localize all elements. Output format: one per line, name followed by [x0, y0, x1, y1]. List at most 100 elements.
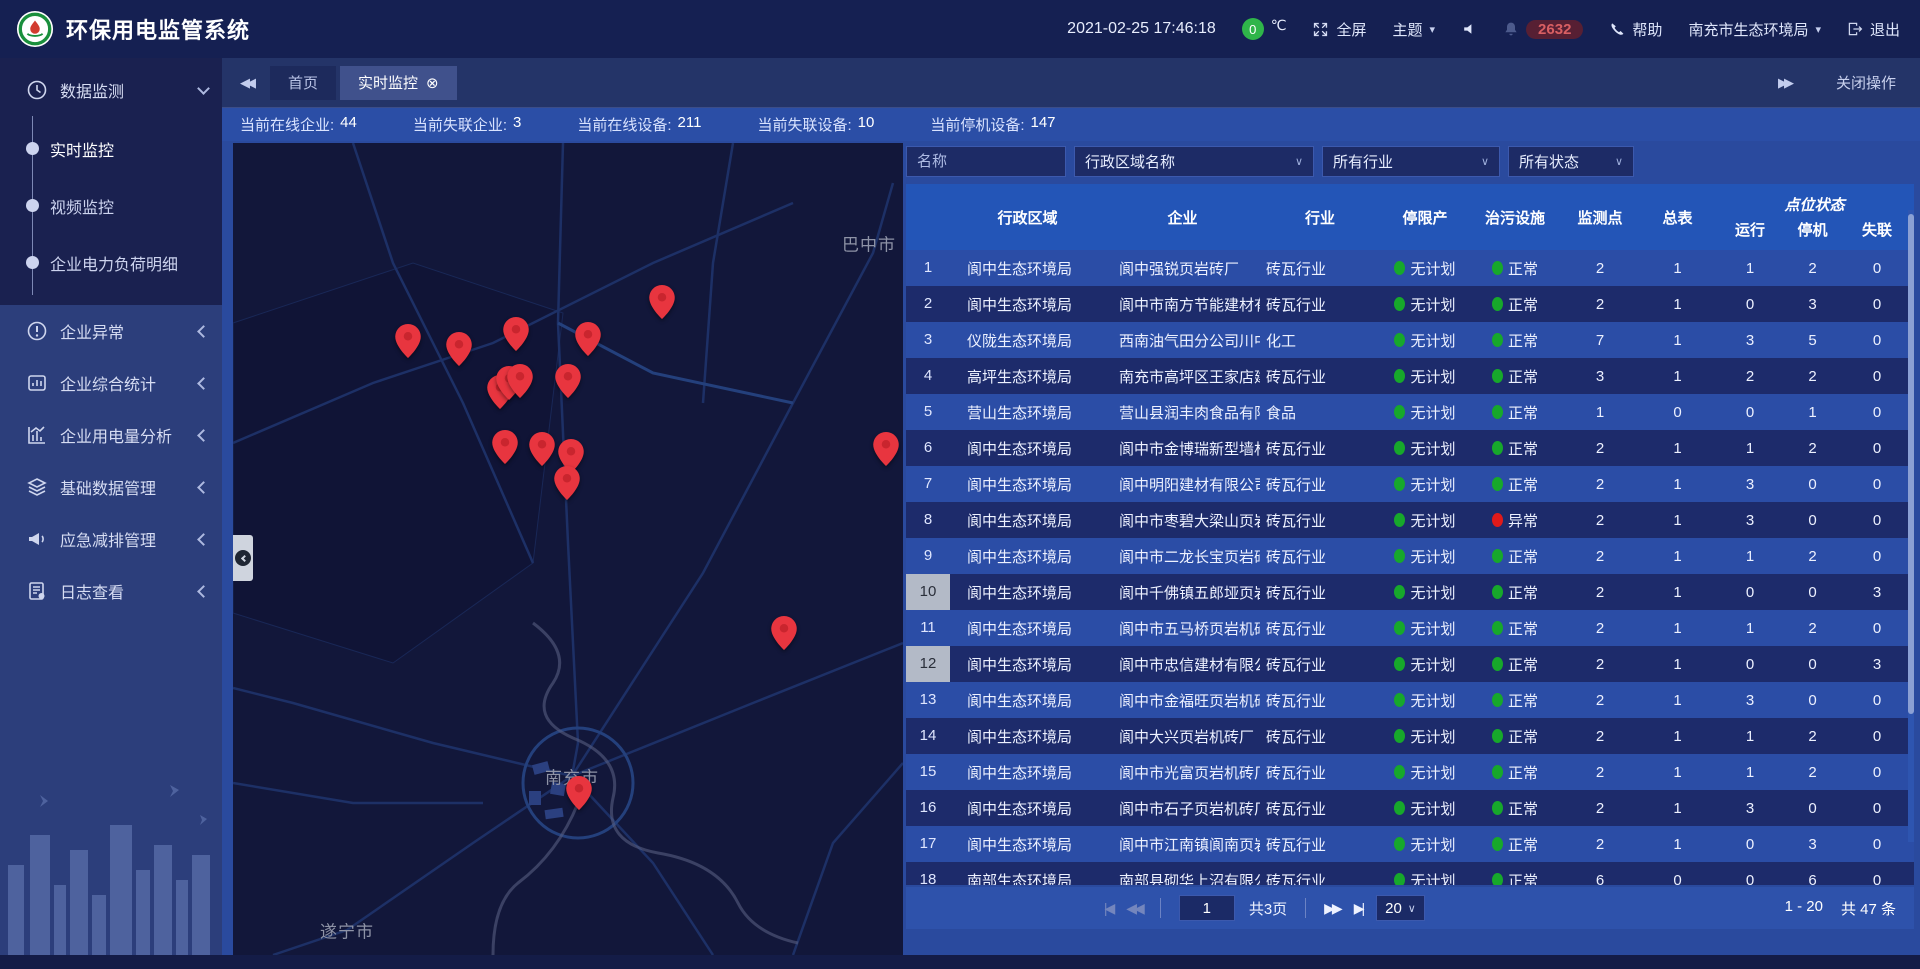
table-row[interactable]: 5 营山生态环境局 营山县润丰肉食品有限 食品 无计划 正常 1 0 0 — [906, 394, 1914, 430]
close-operations-button[interactable]: 关闭操作 — [1836, 72, 1896, 93]
scrollbar-thumb[interactable] — [1908, 214, 1914, 714]
row-index: 4 — [906, 358, 950, 394]
table-row[interactable]: 9 阆中生态环境局 阆中市二龙长宝页岩砖 砖瓦行业 无计划 正常 2 1 1 — [906, 538, 1914, 574]
status-select[interactable]: 所有状态 ∨ — [1508, 146, 1634, 177]
chevron-left-icon — [197, 533, 210, 546]
cell-run-count: 0 — [1715, 404, 1785, 421]
cell-run-count: 3 — [1715, 476, 1785, 493]
table-row[interactable]: 6 阆中生态环境局 阆中市金博瑞新型墙材 砖瓦行业 无计划 正常 2 1 1 — [906, 430, 1914, 466]
alarm-indicator[interactable]: 2632 — [1503, 20, 1583, 39]
cell-total-meter: 1 — [1640, 332, 1715, 349]
stat-label: 当前停机设备: — [930, 114, 1024, 135]
cell-run-count: 0 — [1715, 872, 1785, 886]
table-row[interactable]: 11 阆中生态环境局 阆中市五马桥页岩机砖 砖瓦行业 无计划 正常 2 1 1 — [906, 610, 1914, 646]
cell-lost-count: 0 — [1840, 512, 1914, 529]
sidebar-item-company-statistics[interactable]: 企业综合统计 — [0, 357, 222, 409]
cell-monitor-count: 2 — [1560, 512, 1640, 529]
last-page-button[interactable]: ▶| — [1354, 900, 1362, 917]
map-pin-icon[interactable] — [873, 432, 899, 466]
sidebar-item-log-view[interactable]: 日志查看 — [0, 565, 222, 617]
cell-halt-count: 2 — [1785, 728, 1840, 745]
cell-region: 阆中生态环境局 — [950, 726, 1105, 747]
table-row[interactable]: 14 阆中生态环境局 阆中大兴页岩机砖厂 砖瓦行业 无计划 正常 2 1 1 — [906, 718, 1914, 754]
sidebar-item-power-load-detail[interactable]: 企业电力负荷明细 — [0, 234, 222, 291]
stat-item: 当前停机设备: 147 — [930, 114, 1055, 135]
sidebar-item-data-monitor[interactable]: 数据监测 — [0, 64, 222, 116]
map-pin-icon[interactable] — [771, 616, 797, 650]
table-row[interactable]: 3 仪陇生态环境局 西南油气田分公司川中 化工 无计划 正常 7 1 3 — [906, 322, 1914, 358]
map-pin-icon[interactable] — [555, 364, 581, 398]
sidebar-item-realtime-monitor[interactable]: 实时监控 — [0, 120, 222, 177]
table-scrollbar[interactable] — [1908, 210, 1914, 842]
map-pin-icon[interactable] — [575, 322, 601, 356]
tabs-scroll-left-button[interactable]: ◀◀ — [222, 75, 270, 91]
theme-menu[interactable]: 主题 ▾ — [1393, 19, 1436, 40]
map-pin-icon[interactable] — [492, 430, 518, 464]
first-page-button[interactable]: |◀ — [1104, 900, 1112, 917]
cell-industry: 砖瓦行业 — [1260, 294, 1380, 315]
map-pin-icon[interactable] — [507, 364, 533, 398]
table-row[interactable]: 7 阆中生态环境局 阆中明阳建材有限公司 砖瓦行业 无计划 正常 2 1 3 — [906, 466, 1914, 502]
cell-stop-plan: 无计划 — [1380, 330, 1470, 351]
table-row[interactable]: 10 阆中生态环境局 阆中千佛镇五郎垭页岩 砖瓦行业 无计划 正常 2 1 0 — [906, 574, 1914, 610]
page-number-input[interactable] — [1179, 895, 1235, 921]
table-row[interactable]: 1 阆中生态环境局 阆中强锐页岩砖厂 砖瓦行业 无计划 正常 2 1 1 — [906, 250, 1914, 286]
map-panel[interactable]: 巴中市 南充市 遂宁市 — [233, 143, 903, 955]
cell-company: 阆中市忠信建材有限公 — [1105, 654, 1260, 675]
fullscreen-button[interactable]: 全屏 — [1312, 19, 1366, 40]
table-row[interactable]: 15 阆中生态环境局 阆中市光富页岩机砖厂 砖瓦行业 无计划 正常 2 1 1 — [906, 754, 1914, 790]
next-page-button[interactable]: ▶▶ — [1324, 900, 1340, 917]
map-pin-icon[interactable] — [395, 324, 421, 358]
cell-company: 阆中市光富页岩机砖厂 — [1105, 762, 1260, 783]
table-row[interactable]: 16 阆中生态环境局 阆中市石子页岩机砖厂 砖瓦行业 无计划 正常 2 1 3 — [906, 790, 1914, 826]
sidebar-item-base-data[interactable]: 基础数据管理 — [0, 461, 222, 513]
sidebar-item-power-analysis[interactable]: 企业用电量分析 — [0, 409, 222, 461]
cell-halt-count: 1 — [1785, 404, 1840, 421]
cell-total-meter: 1 — [1640, 584, 1715, 601]
prev-page-button[interactable]: ◀◀ — [1126, 900, 1142, 917]
region-select[interactable]: 行政区域名称 ∨ — [1074, 146, 1314, 177]
row-index: 18 — [906, 862, 950, 885]
map-pin-icon[interactable] — [566, 776, 592, 810]
app-header: 环保用电监管系统 2021-02-25 17:46:18 0 ℃ 全屏 主题 ▾ — [0, 0, 1920, 58]
table-row[interactable]: 12 阆中生态环境局 阆中市忠信建材有限公 砖瓦行业 无计划 正常 2 1 0 — [906, 646, 1914, 682]
map-pin-icon[interactable] — [649, 285, 675, 319]
table-row[interactable]: 8 阆中生态环境局 阆中市枣碧大梁山页岩 砖瓦行业 无计划 异常 2 1 3 — [906, 502, 1914, 538]
stat-label: 当前失联企业: — [413, 114, 507, 135]
table-row[interactable]: 17 阆中生态环境局 阆中市江南镇阆南页岩 砖瓦行业 无计划 正常 2 1 0 — [906, 826, 1914, 862]
mute-button[interactable] — [1461, 21, 1477, 37]
alert-icon — [26, 320, 48, 342]
row-index: 9 — [906, 538, 950, 574]
sidebar-item-company-abnormal[interactable]: 企业异常 — [0, 305, 222, 357]
tab-realtime-monitor[interactable]: 实时监控 ⊗ — [340, 66, 457, 100]
logout-button[interactable]: 退出 — [1847, 19, 1900, 40]
cell-stop-plan: 无计划 — [1380, 366, 1470, 387]
table-row[interactable]: 13 阆中生态环境局 阆中市金福旺页岩机砖 砖瓦行业 无计划 正常 2 1 3 — [906, 682, 1914, 718]
status-dot-icon — [1492, 549, 1503, 563]
sidebar-item-video-monitor[interactable]: 视频监控 — [0, 177, 222, 234]
tab-home[interactable]: 首页 — [270, 66, 336, 100]
cell-industry: 砖瓦行业 — [1260, 654, 1380, 675]
table-row[interactable]: 4 高坪生态环境局 南充市高坪区王家店建 砖瓦行业 无计划 正常 3 1 2 — [906, 358, 1914, 394]
tabs-scroll-right-button[interactable]: ▶▶ — [1760, 75, 1808, 91]
map-pin-icon[interactable] — [503, 317, 529, 351]
table-row[interactable]: 2 阆中生态环境局 阆中市南方节能建材有 砖瓦行业 无计划 正常 2 1 0 — [906, 286, 1914, 322]
close-icon[interactable]: ⊗ — [426, 74, 439, 92]
help-button[interactable]: 帮助 — [1609, 19, 1662, 40]
sidebar-item-emergency-reduction[interactable]: 应急减排管理 — [0, 513, 222, 565]
industry-select[interactable]: 所有行业 ∨ — [1322, 146, 1500, 177]
column-header-halt: 停机 — [1785, 219, 1840, 240]
cell-total-meter: 1 — [1640, 692, 1715, 709]
bullet-dot-icon — [26, 199, 39, 212]
cell-company: 阆中市金博瑞新型墙材 — [1105, 438, 1260, 459]
map-collapse-handle[interactable] — [233, 535, 253, 581]
table-row[interactable]: 18 南部生态环境局 南部县砌华上沼有限公 砖瓦行业 无计划 正常 6 0 0 — [906, 862, 1914, 885]
cell-halt-count: 6 — [1785, 872, 1840, 886]
page-size-select[interactable]: 20 ∨ — [1376, 895, 1425, 921]
name-search-input[interactable] — [906, 146, 1066, 177]
user-menu[interactable]: 南充市生态环境局 ▾ — [1688, 19, 1821, 40]
temperature-indicator: 0 ℃ — [1242, 18, 1287, 40]
map-pin-icon[interactable] — [529, 432, 555, 466]
map-pin-icon[interactable] — [446, 332, 472, 366]
map-pin-icon[interactable] — [554, 466, 580, 500]
